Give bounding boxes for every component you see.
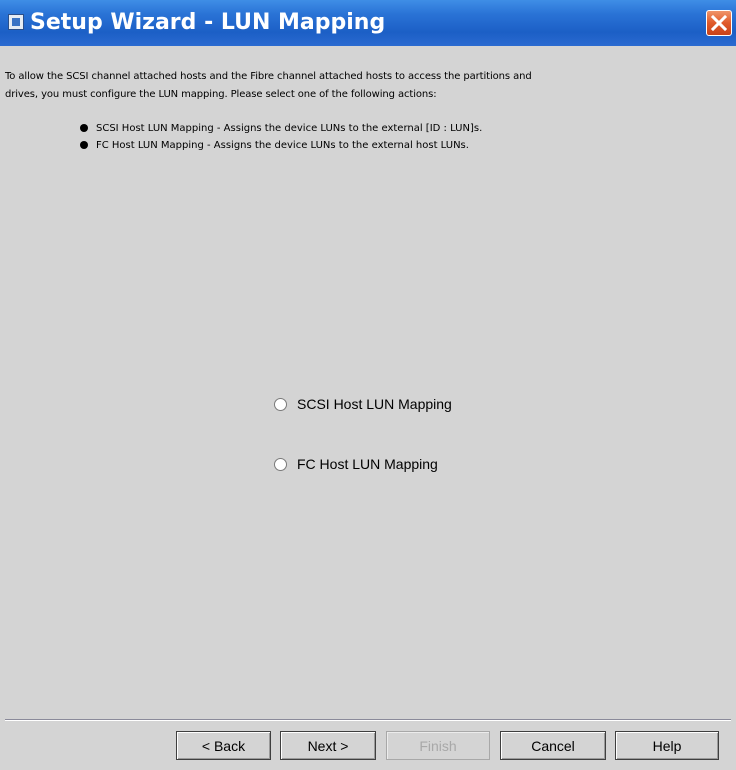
window-title: Setup Wizard - LUN Mapping bbox=[30, 10, 386, 35]
radio-button-icon[interactable] bbox=[274, 457, 287, 471]
bullet-icon bbox=[80, 141, 88, 149]
fc-host-lun-mapping-radio[interactable]: FC Host LUN Mapping bbox=[274, 454, 438, 474]
radio-label[interactable]: SCSI Host LUN Mapping bbox=[297, 396, 452, 412]
list-item: FC Host LUN Mapping - Assigns the device… bbox=[78, 137, 482, 154]
radio-button-icon[interactable] bbox=[274, 397, 287, 411]
back-button[interactable]: < Back bbox=[176, 731, 271, 760]
cancel-button[interactable]: Cancel bbox=[500, 731, 606, 760]
setup-wizard-window: Setup Wizard - LUN Mapping To allow the … bbox=[0, 0, 736, 770]
action-descriptions: SCSI Host LUN Mapping - Assigns the devi… bbox=[78, 120, 482, 154]
intro-line-1: To allow the SCSI channel attached hosts… bbox=[5, 71, 532, 82]
bullet-text: FC Host LUN Mapping - Assigns the device… bbox=[96, 140, 469, 151]
close-button[interactable] bbox=[706, 10, 732, 36]
intro-text: To allow the SCSI channel attached hosts… bbox=[5, 68, 731, 104]
footer-divider bbox=[5, 719, 731, 721]
bullet-text: SCSI Host LUN Mapping - Assigns the devi… bbox=[96, 123, 483, 134]
app-window-icon bbox=[8, 14, 24, 30]
radio-label[interactable]: FC Host LUN Mapping bbox=[297, 456, 438, 472]
next-button[interactable]: Next > bbox=[280, 731, 376, 760]
scsi-host-lun-mapping-radio[interactable]: SCSI Host LUN Mapping bbox=[274, 394, 452, 414]
help-button[interactable]: Help bbox=[615, 731, 719, 760]
title-bar[interactable]: Setup Wizard - LUN Mapping bbox=[0, 0, 736, 46]
intro-line-2: drives, you must configure the LUN mappi… bbox=[5, 89, 437, 100]
bullet-icon bbox=[80, 124, 88, 132]
close-icon bbox=[710, 14, 728, 32]
list-item: SCSI Host LUN Mapping - Assigns the devi… bbox=[78, 120, 482, 137]
finish-button[interactable]: Finish bbox=[386, 731, 490, 760]
